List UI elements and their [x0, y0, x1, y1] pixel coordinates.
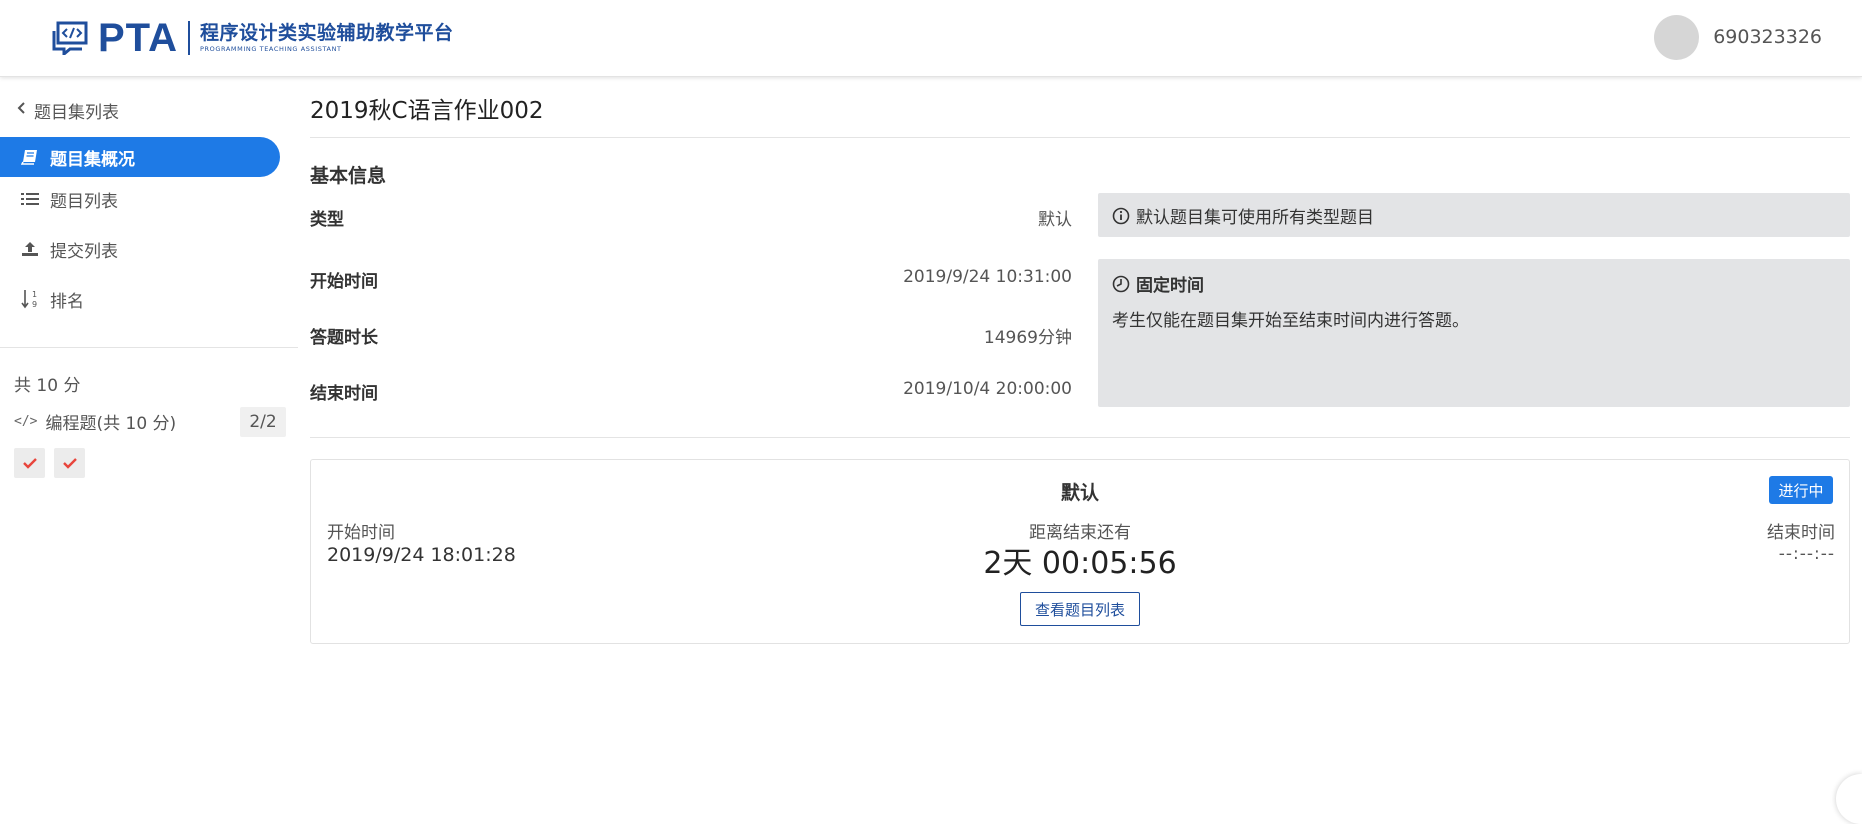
svg-text:9: 9	[32, 300, 37, 309]
end-time-label: 结束时间	[310, 384, 378, 404]
info-divider	[310, 437, 1850, 438]
svg-text:1: 1	[32, 290, 37, 299]
exam-card: 默认 进行中 开始时间 2019/9/24 18:01:28 距离结束还有 2天…	[310, 459, 1850, 644]
start-time-value: 2019/9/24 10:31:00	[903, 267, 1072, 287]
list-icon	[20, 189, 40, 209]
status-badge: 进行中	[1769, 476, 1833, 504]
clock-icon	[1112, 275, 1130, 293]
upload-icon	[20, 239, 40, 259]
section-programming[interactable]: </> 编程题(共 10 分) 2/2	[14, 407, 286, 437]
problem-status-2[interactable]	[54, 448, 85, 478]
sidebar-item-ranking[interactable]: 1 9 排名	[0, 279, 280, 319]
sidebar-item-label: 排名	[50, 291, 84, 312]
remaining-countdown: 2天 00:05:56	[983, 546, 1177, 581]
sidebar-item-label: 题目集概况	[50, 149, 135, 170]
view-problem-list-button[interactable]: 查看题目列表	[1020, 592, 1140, 626]
logo-text: 程序设计类实验辅助教学平台 PROGRAMMING TEACHING ASSIS…	[200, 22, 454, 54]
username[interactable]: 690323326	[1713, 26, 1822, 48]
code-chat-logo-icon	[52, 21, 90, 58]
sidebar-item-label: 题目列表	[50, 191, 118, 212]
logo-title: 程序设计类实验辅助教学平台	[200, 22, 454, 44]
code-icon: </>	[14, 413, 38, 429]
user-menu[interactable]: 690323326	[1654, 14, 1822, 60]
basic-info-heading: 基本信息	[310, 165, 387, 187]
check-icon	[62, 458, 77, 469]
book-icon	[20, 147, 40, 167]
logo-mark: PTA	[98, 16, 179, 60]
page-title: 2019秋C语言作业002	[310, 98, 544, 124]
logo-divider	[188, 21, 191, 55]
type-label: 类型	[310, 210, 344, 230]
exam-end-value: --:--:--	[1778, 544, 1835, 564]
type-note: 默认题目集可使用所有类型题目	[1098, 193, 1850, 237]
exam-title: 默认	[1060, 482, 1099, 504]
info-circle-icon	[1112, 207, 1130, 225]
sidebar-item-problem-list[interactable]: 题目列表	[0, 179, 280, 219]
type-note-text: 默认题目集可使用所有类型题目	[1136, 208, 1374, 228]
duration-value: 14969分钟	[983, 328, 1072, 348]
section-label: 编程题(共 10 分)	[45, 413, 177, 434]
duration-label: 答题时长	[310, 328, 378, 348]
time-note-text: 考生仅能在题目集开始至结束时间内进行答题。	[1112, 311, 1469, 331]
time-note: 固定时间 考生仅能在题目集开始至结束时间内进行答题。	[1098, 259, 1850, 407]
sidebar-item-submissions[interactable]: 提交列表	[0, 229, 280, 269]
problem-status-1[interactable]	[14, 448, 45, 478]
pta-logo[interactable]: PTA 程序设计类实验辅助教学平台 PROGRAMMING TEACHING A…	[52, 18, 454, 58]
back-link-label: 题目集列表	[34, 102, 119, 123]
top-header: PTA 程序设计类实验辅助教学平台 PROGRAMMING TEACHING A…	[0, 0, 1862, 77]
end-time-value: 2019/10/4 20:00:00	[903, 379, 1072, 399]
sidebar: 题目集列表 题目集概况 题目列表 提交列表 1 9 排名 共 10 分 </> …	[0, 77, 300, 824]
time-note-title: 固定时间	[1136, 276, 1204, 296]
back-to-problem-sets-link[interactable]: 题目集列表	[14, 97, 119, 123]
avatar[interactable]	[1654, 14, 1700, 60]
logo-subtitle: PROGRAMMING TEACHING ASSISTANT	[200, 45, 342, 53]
start-time-label: 开始时间	[310, 272, 378, 292]
title-divider	[310, 137, 1850, 138]
sidebar-item-overview[interactable]: 题目集概况	[0, 137, 280, 177]
main-content: 2019秋C语言作业002 基本信息 类型 默认 默认题目集可使用所有类型题目 …	[310, 77, 1850, 824]
check-icon	[22, 458, 37, 469]
total-score: 共 10 分	[14, 376, 81, 396]
sidebar-divider	[0, 347, 298, 348]
sidebar-item-label: 提交列表	[50, 241, 118, 262]
section-count-badge: 2/2	[240, 407, 286, 437]
chevron-left-icon	[14, 102, 30, 118]
sort-numeric-icon: 1 9	[20, 289, 40, 309]
exam-end-label: 结束时间	[1767, 523, 1835, 543]
type-value: 默认	[1038, 210, 1072, 230]
